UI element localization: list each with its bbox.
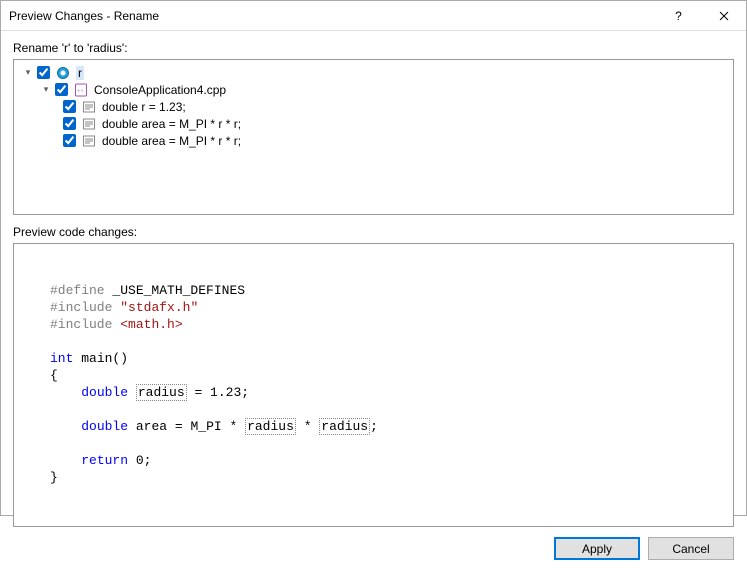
preview-heading: Preview code changes: bbox=[13, 225, 734, 239]
variable-icon bbox=[55, 65, 71, 81]
titlebar: Preview Changes - Rename ? bbox=[1, 1, 746, 31]
cancel-button[interactable]: Cancel bbox=[648, 537, 734, 560]
file-checkbox[interactable] bbox=[55, 83, 68, 96]
tree-root-label: r bbox=[76, 66, 84, 80]
reference-icon bbox=[81, 133, 97, 149]
close-icon bbox=[719, 11, 729, 21]
rename-highlight: radius bbox=[319, 418, 370, 435]
tree-file-label: ConsoleApplication4.cpp bbox=[94, 83, 226, 97]
tree-ref-label: double area = M_PI * r * r; bbox=[102, 134, 241, 148]
ref-checkbox[interactable] bbox=[63, 134, 76, 147]
window-title: Preview Changes - Rename bbox=[9, 9, 656, 23]
apply-button[interactable]: Apply bbox=[554, 537, 640, 560]
collapse-icon[interactable]: ▾ bbox=[40, 84, 52, 96]
close-button[interactable] bbox=[701, 1, 746, 30]
tree-root-row[interactable]: ▾ r bbox=[16, 64, 731, 81]
rename-highlight: radius bbox=[136, 384, 187, 401]
reference-icon bbox=[81, 116, 97, 132]
tree-ref-row[interactable]: double area = M_PI * r * r; bbox=[16, 132, 731, 149]
root-checkbox[interactable] bbox=[37, 66, 50, 79]
cpp-file-icon: ++ bbox=[73, 82, 89, 98]
reference-icon bbox=[81, 99, 97, 115]
rename-highlight: radius bbox=[245, 418, 296, 435]
rename-heading: Rename 'r' to 'radius': bbox=[13, 41, 734, 55]
tree-ref-label: double area = M_PI * r * r; bbox=[102, 117, 241, 131]
tree-ref-row[interactable]: double r = 1.23; bbox=[16, 98, 731, 115]
tree-ref-row[interactable]: double area = M_PI * r * r; bbox=[16, 115, 731, 132]
button-bar: Apply Cancel bbox=[13, 527, 734, 560]
tree-ref-label: double r = 1.23; bbox=[102, 100, 186, 114]
collapse-icon[interactable]: ▾ bbox=[22, 67, 34, 79]
tree-file-row[interactable]: ▾ ++ ConsoleApplication4.cpp bbox=[16, 81, 731, 98]
ref-checkbox[interactable] bbox=[63, 100, 76, 113]
ref-checkbox[interactable] bbox=[63, 117, 76, 130]
dialog-content: Rename 'r' to 'radius': ▾ r ▾ ++ Console… bbox=[1, 31, 746, 570]
code-content: #define _USE_MATH_DEFINES #include "stda… bbox=[14, 282, 733, 492]
svg-text:++: ++ bbox=[77, 89, 84, 95]
code-preview[interactable]: #define _USE_MATH_DEFINES #include "stda… bbox=[13, 243, 734, 527]
help-button[interactable]: ? bbox=[656, 1, 701, 30]
changes-tree[interactable]: ▾ r ▾ ++ ConsoleApplication4.cpp double … bbox=[13, 59, 734, 215]
